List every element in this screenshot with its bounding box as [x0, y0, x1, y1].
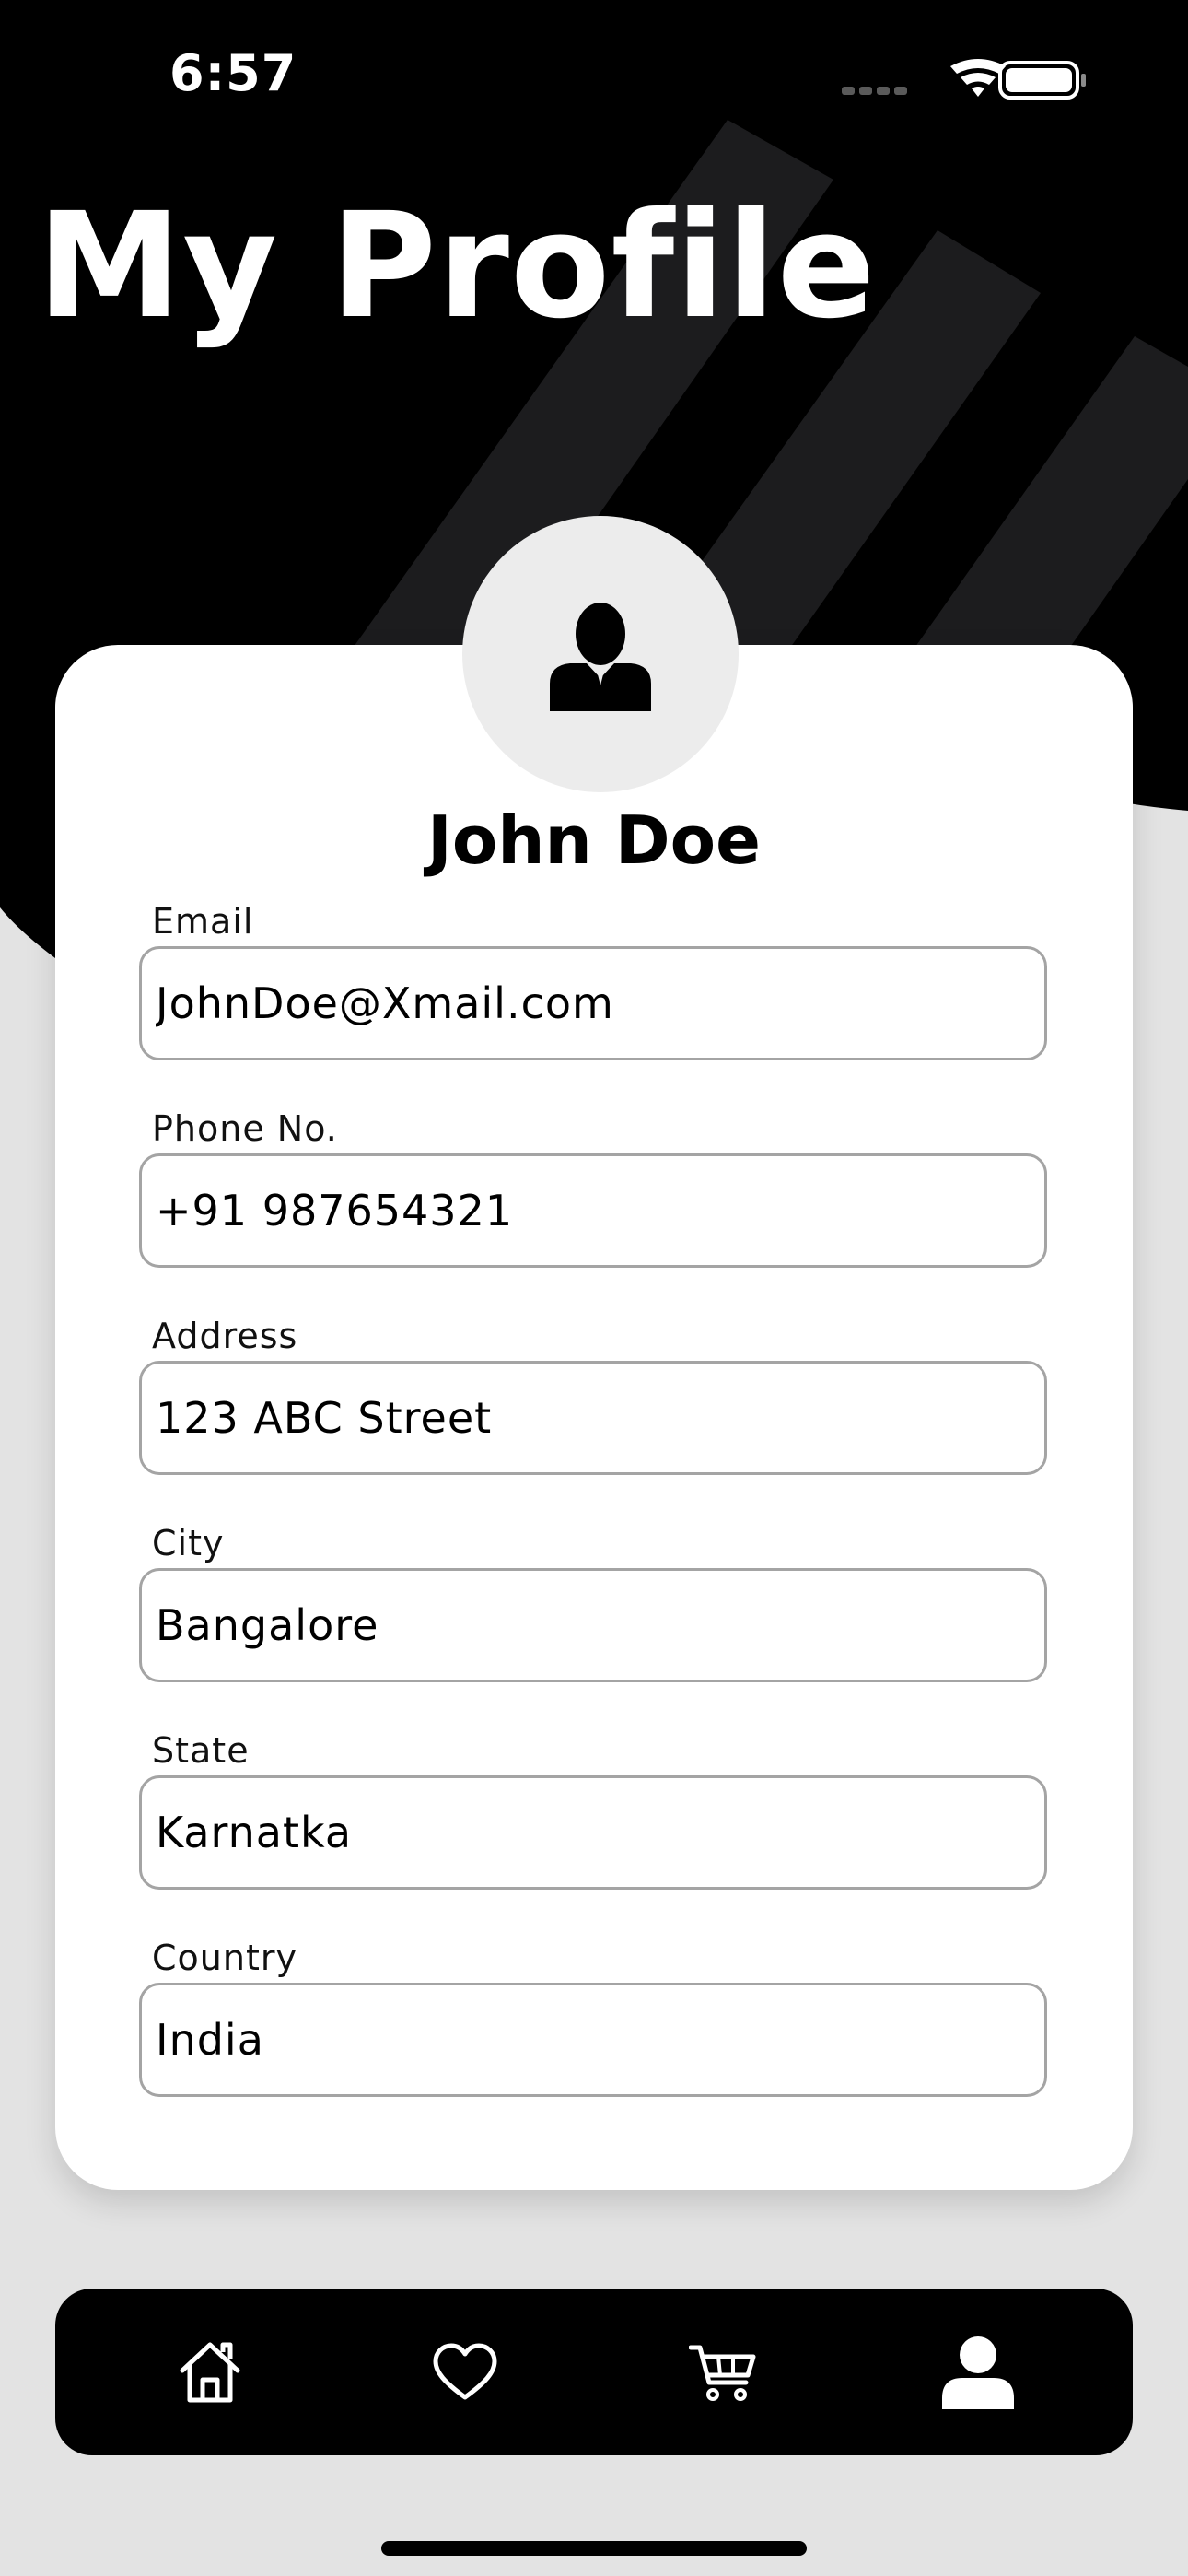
nav-profile-button[interactable]: [923, 2289, 1033, 2455]
phone-label: Phone No.: [152, 1108, 338, 1149]
nav-cart-button[interactable]: [668, 2289, 778, 2455]
email-label: Email: [152, 901, 254, 942]
state-field[interactable]: [139, 1775, 1047, 1890]
city-label: City: [152, 1523, 225, 1563]
country-field[interactable]: [139, 1983, 1047, 2097]
state-label: State: [152, 1730, 250, 1771]
profile-icon: [942, 2336, 1014, 2409]
city-field[interactable]: [139, 1568, 1047, 1682]
status-icons: [842, 59, 1086, 100]
battery-icon: [998, 61, 1086, 100]
user-tie-icon: [550, 603, 651, 711]
address-field[interactable]: [139, 1361, 1047, 1475]
page-title: My Profile: [37, 181, 877, 351]
avatar[interactable]: [462, 516, 739, 792]
address-label: Address: [152, 1316, 298, 1356]
nav-home-button[interactable]: [155, 2289, 265, 2455]
cart-icon: [689, 2345, 756, 2401]
nav-wishlist-button[interactable]: [410, 2289, 520, 2455]
heart-icon: [433, 2343, 497, 2399]
country-label: Country: [152, 1938, 297, 1978]
signal-icon: [842, 87, 907, 95]
home-icon: [180, 2342, 240, 2402]
wifi-icon: [950, 59, 1006, 97]
status-time: 6:57: [169, 44, 297, 102]
email-field[interactable]: [139, 946, 1047, 1060]
phone-field[interactable]: [139, 1153, 1047, 1268]
user-name: John Doe: [427, 802, 761, 879]
bottom-nav: [55, 2289, 1133, 2455]
home-indicator[interactable]: [381, 2541, 807, 2556]
